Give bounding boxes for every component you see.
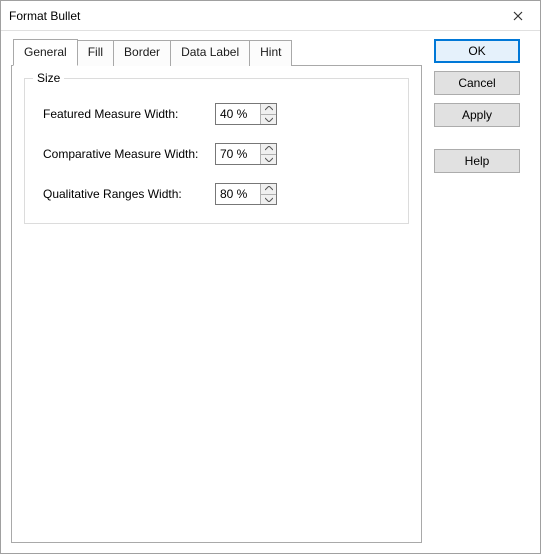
- qualitative-ranges-label: Qualitative Ranges Width:: [43, 187, 215, 201]
- size-group: Size Featured Measure Width: Compara: [24, 78, 409, 224]
- chevron-down-icon: [265, 157, 273, 162]
- spin-down-button[interactable]: [261, 154, 276, 165]
- titlebar: Format Bullet: [1, 1, 540, 31]
- featured-measure-spinner[interactable]: [215, 103, 277, 125]
- tab-fill[interactable]: Fill: [77, 40, 114, 66]
- comparative-measure-input[interactable]: [216, 144, 260, 164]
- chevron-up-icon: [265, 146, 273, 151]
- comparative-measure-spinner[interactable]: [215, 143, 277, 165]
- spin-up-button[interactable]: [261, 104, 276, 114]
- spin-up-button[interactable]: [261, 144, 276, 154]
- cancel-button[interactable]: Cancel: [434, 71, 520, 95]
- tabstrip: General Fill Border Data Label Hint: [13, 39, 422, 65]
- spin-down-button[interactable]: [261, 114, 276, 125]
- spin-buttons: [260, 144, 276, 164]
- tab-hint[interactable]: Hint: [249, 40, 292, 66]
- ok-button[interactable]: OK: [434, 39, 520, 63]
- chevron-up-icon: [265, 106, 273, 111]
- close-button[interactable]: [495, 1, 540, 30]
- button-spacer: [434, 135, 530, 149]
- qualitative-ranges-input[interactable]: [216, 184, 260, 204]
- tab-general[interactable]: General: [13, 39, 78, 66]
- main-column: General Fill Border Data Label Hint Size…: [11, 39, 422, 543]
- help-button[interactable]: Help: [434, 149, 520, 173]
- qualitative-ranges-spinner[interactable]: [215, 183, 277, 205]
- spin-buttons: [260, 184, 276, 204]
- comparative-measure-label: Comparative Measure Width:: [43, 147, 215, 161]
- tab-label: Fill: [88, 45, 103, 59]
- featured-measure-label: Featured Measure Width:: [43, 107, 215, 121]
- size-group-title: Size: [33, 71, 64, 85]
- spin-down-button[interactable]: [261, 194, 276, 205]
- side-buttons: OK Cancel Apply Help: [434, 39, 530, 543]
- spin-up-button[interactable]: [261, 184, 276, 194]
- tab-label: Data Label: [181, 45, 239, 59]
- comparative-measure-row: Comparative Measure Width:: [43, 143, 396, 165]
- chevron-down-icon: [265, 117, 273, 122]
- tab-label: Border: [124, 45, 160, 59]
- spin-buttons: [260, 104, 276, 124]
- qualitative-ranges-row: Qualitative Ranges Width:: [43, 183, 396, 205]
- dialog-body: General Fill Border Data Label Hint Size…: [1, 31, 540, 553]
- chevron-up-icon: [265, 186, 273, 191]
- tab-panel-general: Size Featured Measure Width: Compara: [11, 65, 422, 543]
- tab-data-label[interactable]: Data Label: [170, 40, 250, 66]
- apply-button[interactable]: Apply: [434, 103, 520, 127]
- tab-border[interactable]: Border: [113, 40, 171, 66]
- tab-label: General: [24, 45, 67, 59]
- chevron-down-icon: [265, 197, 273, 202]
- tab-label: Hint: [260, 45, 281, 59]
- close-icon: [513, 8, 523, 24]
- window-title: Format Bullet: [9, 9, 495, 23]
- featured-measure-row: Featured Measure Width:: [43, 103, 396, 125]
- featured-measure-input[interactable]: [216, 104, 260, 124]
- dialog-window: Format Bullet General Fill Border Data L…: [0, 0, 541, 554]
